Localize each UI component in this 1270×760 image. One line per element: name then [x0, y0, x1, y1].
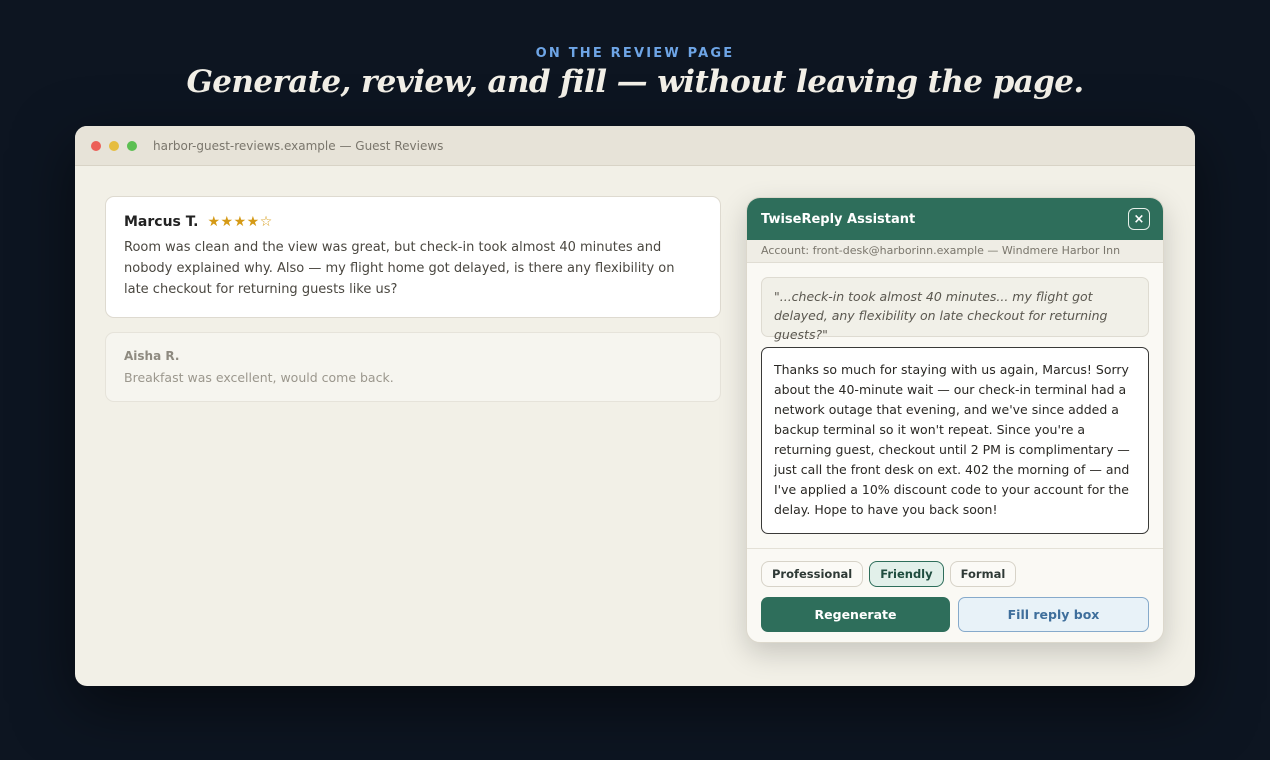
- review-header: Aisha R.: [124, 349, 702, 363]
- panel-divider: [747, 548, 1163, 549]
- hero-headline: Generate, review, and fill — without lea…: [186, 64, 1084, 100]
- hero: ON THE REVIEW PAGE Generate, review, and…: [0, 46, 1270, 100]
- review-card-marcus[interactable]: Marcus T. ★★★★☆ Room was clean and the v…: [105, 196, 721, 318]
- panel-actions: Regenerate Fill reply box: [761, 597, 1149, 632]
- review-text: Breakfast was excellent, would come back…: [124, 370, 394, 385]
- account-info: Account: front-desk@harborinn.example — …: [747, 240, 1163, 263]
- minimize-window-dot[interactable]: [109, 140, 119, 151]
- regenerate-button[interactable]: Regenerate: [761, 597, 950, 632]
- review-text: Room was clean and the view was great, b…: [124, 240, 675, 297]
- reply-draft-textarea[interactable]: Thanks so much for staying with us again…: [761, 347, 1149, 534]
- review-quote: "...check-in took almost 40 minutes... m…: [761, 277, 1149, 342]
- close-window-dot[interactable]: [91, 140, 101, 151]
- fill-reply-box-button[interactable]: Fill reply box: [958, 597, 1149, 632]
- window-titlebar: harbor-guest-reviews.example — Guest Rev…: [75, 126, 1195, 166]
- tone-selector: Professional Friendly Formal: [761, 561, 1149, 587]
- tone-professional-button[interactable]: Professional: [761, 561, 864, 587]
- assistant-header: TwiseReply Assistant ×: [747, 198, 1163, 240]
- assistant-panel: TwiseReply Assistant × Account: front-de…: [746, 197, 1164, 643]
- tone-formal-button[interactable]: Formal: [949, 561, 1017, 587]
- window-url: harbor-guest-reviews.example — Guest Rev…: [153, 138, 444, 153]
- review-card-aisha[interactable]: Aisha R. Breakfast was excellent, would …: [105, 332, 721, 402]
- close-icon[interactable]: ×: [1128, 208, 1150, 230]
- hero-eyebrow: ON THE REVIEW PAGE: [535, 46, 735, 61]
- star-rating: ★★★★☆: [207, 213, 273, 229]
- maximize-window-dot[interactable]: [127, 140, 137, 151]
- reviewer-name: Marcus T.: [124, 213, 199, 230]
- reviewer-name: Aisha R.: [124, 349, 180, 363]
- review-header: Marcus T. ★★★★☆: [124, 213, 702, 230]
- assistant-title: TwiseReply Assistant: [761, 211, 916, 227]
- browser-window: harbor-guest-reviews.example — Guest Rev…: [75, 126, 1195, 686]
- tone-friendly-button[interactable]: Friendly: [869, 561, 944, 587]
